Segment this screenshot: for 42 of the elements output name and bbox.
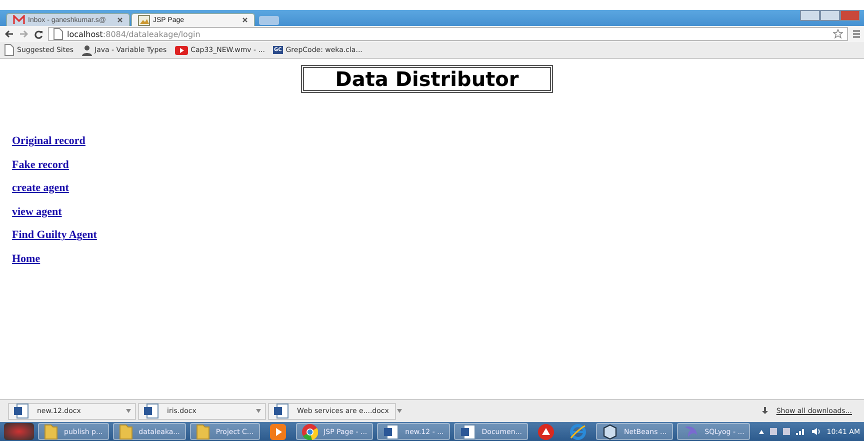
document-icon (383, 424, 400, 440)
person-icon (82, 44, 92, 56)
folder-icon (118, 424, 133, 440)
nav-link[interactable]: Original record (12, 135, 86, 148)
download-icon (762, 407, 768, 415)
nav-link[interactable]: view agent (12, 206, 62, 219)
document-icon (273, 403, 289, 419)
tray-arrow-icon[interactable] (758, 430, 764, 434)
alert-icon (538, 424, 554, 440)
mail-icon (13, 15, 25, 25)
document-icon (13, 403, 29, 419)
close-icon[interactable] (242, 17, 248, 23)
nav-link[interactable]: Home (12, 252, 40, 266)
caret-icon[interactable] (396, 409, 402, 413)
page-icon (4, 44, 14, 56)
browser-icon (302, 424, 318, 440)
video-icon (174, 46, 188, 54)
play-icon (270, 424, 286, 440)
document-icon (143, 403, 159, 419)
menu-icon[interactable] (853, 30, 860, 38)
close-icon[interactable] (117, 17, 123, 23)
nav-link[interactable]: Fake record (12, 158, 69, 172)
signal-icon[interactable] (796, 428, 806, 435)
nav-link[interactable]: Find Guilty Agent (12, 229, 97, 242)
globe-icon (570, 424, 586, 440)
caret-icon[interactable] (126, 409, 131, 413)
nav-link[interactable]: create agent (12, 182, 69, 196)
folder-icon (196, 424, 210, 440)
caret-icon[interactable] (256, 409, 261, 413)
volume-icon[interactable] (812, 428, 821, 435)
star-icon[interactable] (833, 29, 843, 39)
image-icon (138, 14, 150, 26)
page-heading: Data Distributor (301, 65, 553, 93)
document-icon (460, 424, 476, 440)
back-icon[interactable] (4, 30, 14, 38)
minimize-button[interactable] (800, 10, 820, 21)
start-button[interactable] (4, 423, 34, 440)
forward-icon[interactable] (19, 30, 29, 38)
address-field[interactable]: localhost:8084/dataleakage/login (48, 27, 848, 41)
folder-icon (44, 424, 58, 440)
reload-icon[interactable] (34, 30, 43, 38)
maximize-button[interactable] (820, 10, 840, 21)
